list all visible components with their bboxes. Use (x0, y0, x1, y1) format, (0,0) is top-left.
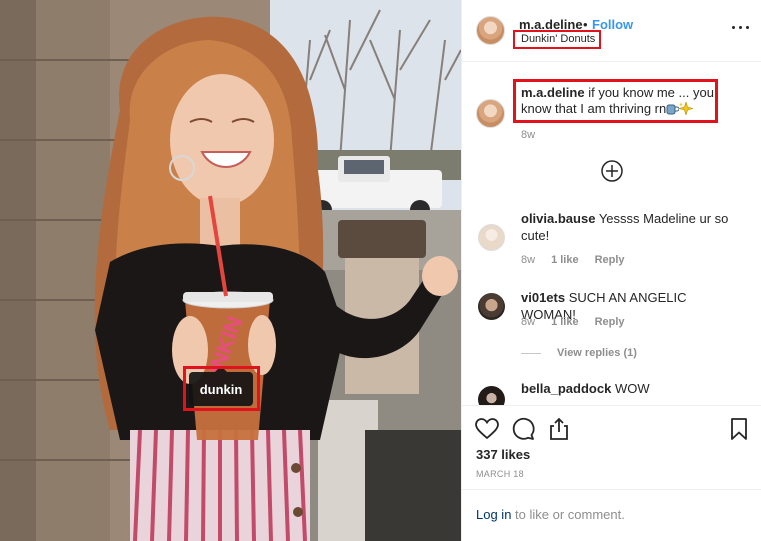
more-options-icon[interactable] (732, 22, 750, 32)
commenter-avatar[interactable] (478, 386, 505, 405)
instagram-post: DUNKIN dunkin m.a.deline • Follow Dunkin… (0, 0, 761, 541)
login-link[interactable]: Log in (476, 507, 511, 522)
highlight-box-location (513, 30, 601, 49)
post-header: m.a.deline • Follow Dunkin' Donuts (462, 0, 761, 62)
post-date[interactable]: MARCH 18 (476, 469, 524, 479)
commenter-avatar[interactable] (478, 224, 505, 251)
comment-likes[interactable]: 1 like (551, 254, 579, 266)
photo-illustration: DUNKIN (0, 0, 461, 541)
comment-item: olivia.bause Yessss Madeline ur so cute! (521, 210, 731, 244)
plus-circle-icon[interactable] (601, 160, 623, 182)
comment-likes[interactable]: 1 like (551, 316, 579, 328)
caption-avatar[interactable] (476, 99, 505, 128)
view-replies-label: View replies (1) (557, 347, 637, 359)
comment-username[interactable]: bella_paddock (521, 381, 611, 396)
heart-icon[interactable] (474, 416, 500, 442)
post-photo[interactable]: DUNKIN dunkin (0, 0, 461, 541)
replies-line-divider (521, 352, 541, 354)
reply-button[interactable]: Reply (595, 254, 625, 266)
comment-text: WOW (614, 381, 650, 396)
comment-meta: 8w 1 like Reply (521, 316, 625, 328)
author-avatar[interactable] (476, 16, 505, 45)
login-prompt-text: to like or comment. (515, 507, 625, 522)
bookmark-icon[interactable] (726, 416, 752, 442)
comments-scroll[interactable]: m.a.deline if you know me ... you know t… (462, 63, 761, 405)
reply-button[interactable]: Reply (595, 316, 625, 328)
likes-count[interactable]: 337 likes (476, 447, 530, 462)
comment-meta: 8w 1 like Reply (521, 254, 625, 266)
user-tag-label: dunkin (199, 381, 243, 397)
comment-username[interactable]: olivia.bause (521, 211, 595, 226)
post-side-panel: m.a.deline • Follow Dunkin' Donuts m.a.d… (461, 0, 761, 541)
caption-time: 8w (521, 129, 536, 141)
view-replies-button[interactable]: View replies (1) (521, 347, 637, 359)
login-prompt: Log in to like or comment. (476, 507, 625, 522)
post-actions: 337 likes MARCH 18 (462, 405, 761, 490)
comment-item: bella_paddock WOW (521, 380, 731, 397)
comment-time: 8w (521, 254, 536, 266)
comment-icon[interactable] (510, 416, 536, 442)
highlight-box-caption (513, 79, 718, 123)
comment-username[interactable]: vi01ets (521, 290, 565, 305)
user-tag-dunkin[interactable]: dunkin (189, 366, 253, 406)
commenter-avatar[interactable] (478, 293, 505, 320)
comment-time: 8w (521, 316, 536, 328)
share-icon[interactable] (546, 416, 572, 442)
